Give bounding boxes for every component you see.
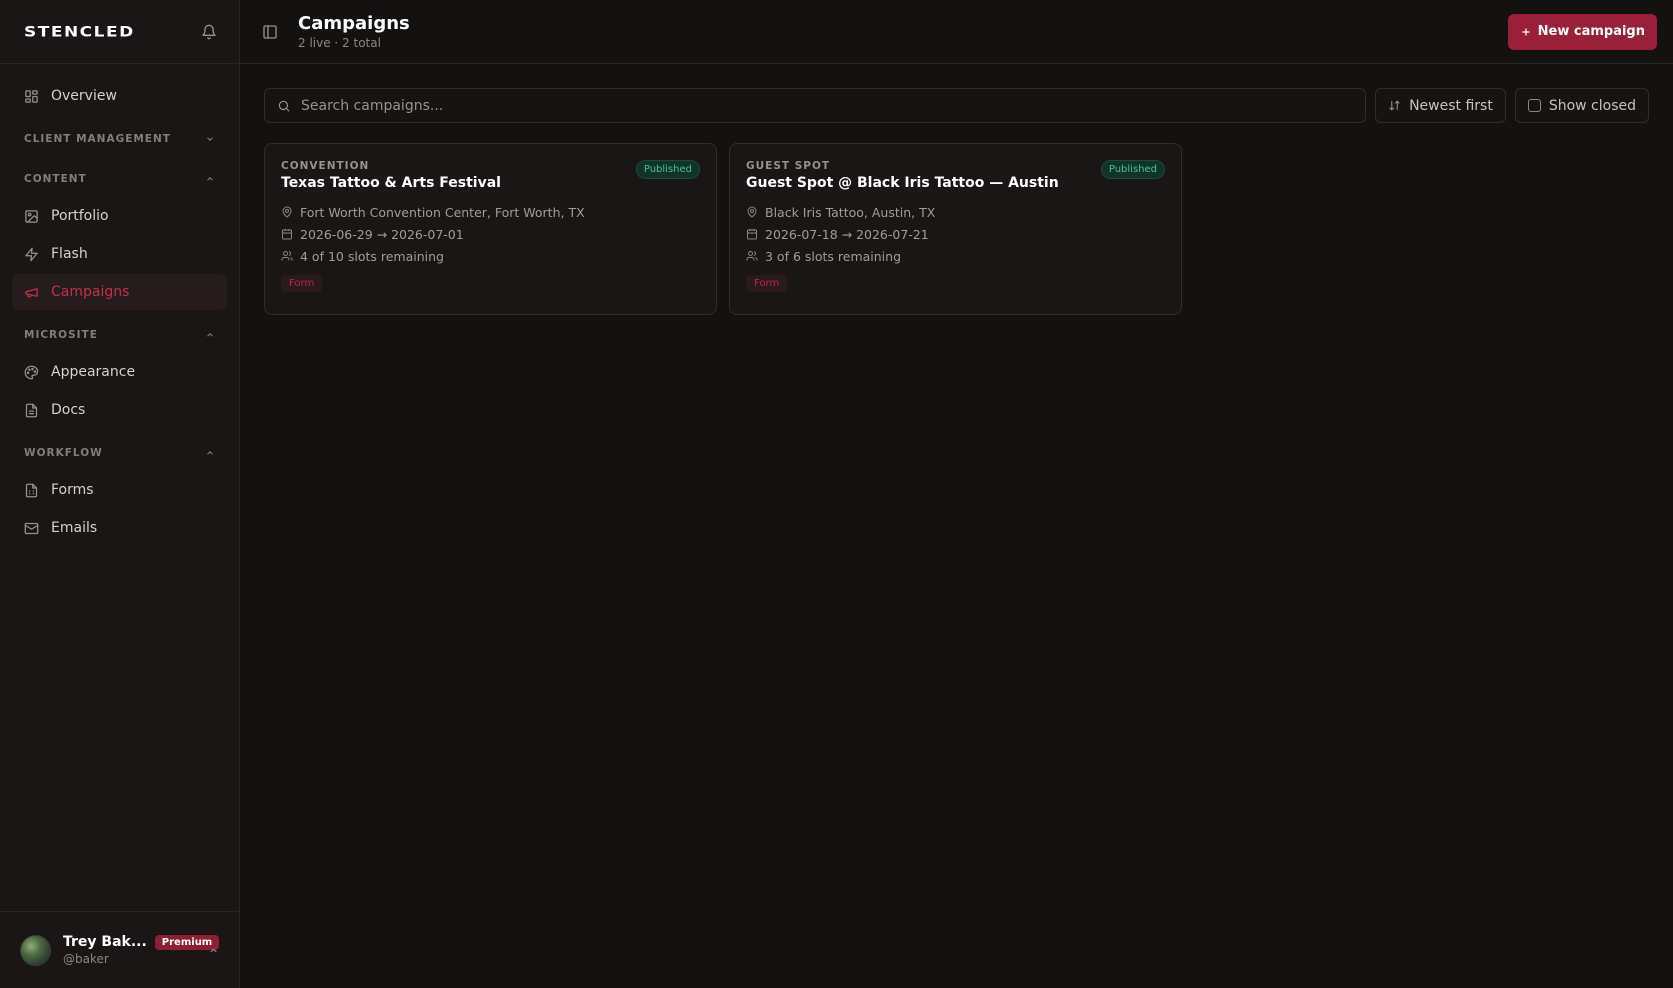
show-closed-toggle[interactable]: Show closed xyxy=(1514,88,1649,123)
avatar xyxy=(20,934,51,966)
sidebar-item-docs[interactable]: Docs xyxy=(12,392,227,428)
chevron-down-icon xyxy=(207,137,213,141)
sidebar-item-campaigns[interactable]: Campaigns xyxy=(12,274,227,310)
calendar-icon xyxy=(282,229,292,240)
sidebar-item-label: Portfolio xyxy=(51,208,109,224)
campaign-card[interactable]: GUEST SPOT Guest Spot @ Black Iris Tatto… xyxy=(729,143,1182,315)
section-title: CLIENT MANAGEMENT xyxy=(24,133,171,145)
sidebar-item-forms[interactable]: Forms xyxy=(12,472,227,508)
campaign-type: CONVENTION xyxy=(281,160,370,172)
brand-row: STENCLED xyxy=(0,0,239,64)
chevron-up-icon xyxy=(207,177,213,181)
form-tag: Form xyxy=(281,275,323,292)
show-closed-checkbox[interactable] xyxy=(1527,99,1541,112)
campaign-location: Fort Worth Convention Center, Fort Worth… xyxy=(281,201,700,223)
form-icon xyxy=(25,483,38,497)
show-closed-label: Show closed xyxy=(1548,97,1636,114)
search-box xyxy=(264,88,1367,123)
page-title-block: Campaigns 2 live · 2 total xyxy=(298,13,1508,50)
sidebar: STENCLED Overview CLIENT MANAGEMENT CONT… xyxy=(0,0,240,988)
campaign-type: GUEST SPOT xyxy=(746,160,831,172)
campaign-card[interactable]: CONVENTION Texas Tattoo & Arts Festival … xyxy=(264,143,717,315)
chevron-up-icon xyxy=(207,451,213,455)
campaign-slots: 3 of 6 slots remaining xyxy=(746,245,1165,267)
campaign-title: Guest Spot @ Black Iris Tattoo — Austin xyxy=(746,175,1059,191)
mail-icon xyxy=(24,522,39,534)
sidebar-item-label: Docs xyxy=(51,402,86,418)
user-info: Trey Bak... Premium @baker xyxy=(63,934,220,966)
new-campaign-label: New campaign xyxy=(1537,24,1645,39)
form-tag: Form xyxy=(746,275,788,292)
campaign-dates: 2026-06-29 → 2026-07-01 xyxy=(281,223,700,245)
sort-button[interactable]: Newest first xyxy=(1375,88,1506,123)
section-title: MICROSITE xyxy=(24,329,98,341)
users-icon xyxy=(281,251,293,261)
image-icon xyxy=(25,209,38,223)
map-pin-icon xyxy=(747,206,757,218)
status-badge: Published xyxy=(1100,160,1165,179)
chevron-up-icon[interactable] xyxy=(208,945,219,956)
main-content: Campaigns 2 live · 2 total New campaign … xyxy=(240,0,1673,988)
sidebar-item-label: Appearance xyxy=(51,364,136,380)
status-badge: Published xyxy=(635,160,700,179)
section-title: WORKFLOW xyxy=(24,447,103,459)
sidebar-item-flash[interactable]: Flash xyxy=(12,236,227,272)
page-subtitle: 2 live · 2 total xyxy=(298,36,381,50)
sidebar-nav: Overview CLIENT MANAGEMENT CONTENT Portf… xyxy=(0,64,239,911)
section-title: CONTENT xyxy=(24,173,87,185)
slots-text: 3 of 6 slots remaining xyxy=(765,248,902,264)
search-input[interactable] xyxy=(301,97,1354,114)
users-icon xyxy=(746,251,758,261)
sidebar-item-label: Overview xyxy=(51,88,117,104)
sidebar-item-label: Flash xyxy=(51,246,88,262)
section-client-management[interactable]: CLIENT MANAGEMENT xyxy=(12,124,227,154)
topbar: Campaigns 2 live · 2 total New campaign xyxy=(240,0,1673,64)
campaign-slots: 4 of 10 slots remaining xyxy=(281,245,700,267)
search-icon xyxy=(278,100,290,112)
sidebar-item-portfolio[interactable]: Portfolio xyxy=(12,198,227,234)
sidebar-toggle-icon[interactable] xyxy=(262,24,278,40)
user-handle: @baker xyxy=(63,952,109,966)
document-icon xyxy=(25,403,38,417)
palette-icon xyxy=(24,365,39,379)
sidebar-item-label: Campaigns xyxy=(51,284,130,300)
bell-icon[interactable] xyxy=(201,24,217,40)
lightning-icon xyxy=(25,247,38,261)
map-pin-icon xyxy=(282,206,292,218)
sort-label: Newest first xyxy=(1409,97,1493,114)
section-microsite[interactable]: MICROSITE xyxy=(12,320,227,350)
chevron-up-icon xyxy=(207,333,213,337)
location-text: Black Iris Tattoo, Austin, TX xyxy=(765,204,936,220)
slots-text: 4 of 10 slots remaining xyxy=(300,248,444,264)
section-content[interactable]: CONTENT xyxy=(12,164,227,194)
campaign-dates: 2026-07-18 → 2026-07-21 xyxy=(746,223,1165,245)
sidebar-item-overview[interactable]: Overview xyxy=(12,78,227,114)
location-text: Fort Worth Convention Center, Fort Worth… xyxy=(300,204,585,220)
dates-text: 2026-06-29 → 2026-07-01 xyxy=(300,226,464,242)
campaign-location: Black Iris Tattoo, Austin, TX xyxy=(746,201,1165,223)
calendar-icon xyxy=(747,229,757,240)
sort-arrows-icon xyxy=(1389,100,1400,111)
grid-icon xyxy=(25,89,38,103)
stencled-logo[interactable]: STENCLED xyxy=(24,23,135,40)
user-name: Trey Bak... xyxy=(63,934,147,950)
sidebar-item-appearance[interactable]: Appearance xyxy=(12,354,227,390)
section-workflow[interactable]: WORKFLOW xyxy=(12,438,227,468)
dates-text: 2026-07-18 → 2026-07-21 xyxy=(765,226,929,242)
megaphone-icon xyxy=(25,287,38,297)
toolbar: Newest first Show closed xyxy=(240,64,1673,123)
sidebar-item-label: Forms xyxy=(51,482,94,498)
campaign-list: CONVENTION Texas Tattoo & Arts Festival … xyxy=(240,123,1673,335)
sidebar-item-label: Emails xyxy=(51,520,98,536)
new-campaign-button[interactable]: New campaign xyxy=(1507,13,1657,50)
page-title: Campaigns xyxy=(298,13,410,34)
sidebar-item-emails[interactable]: Emails xyxy=(12,510,227,546)
user-menu[interactable]: Trey Bak... Premium @baker xyxy=(0,911,239,988)
campaign-title: Texas Tattoo & Arts Festival xyxy=(281,175,501,191)
plus-icon xyxy=(1522,28,1530,35)
